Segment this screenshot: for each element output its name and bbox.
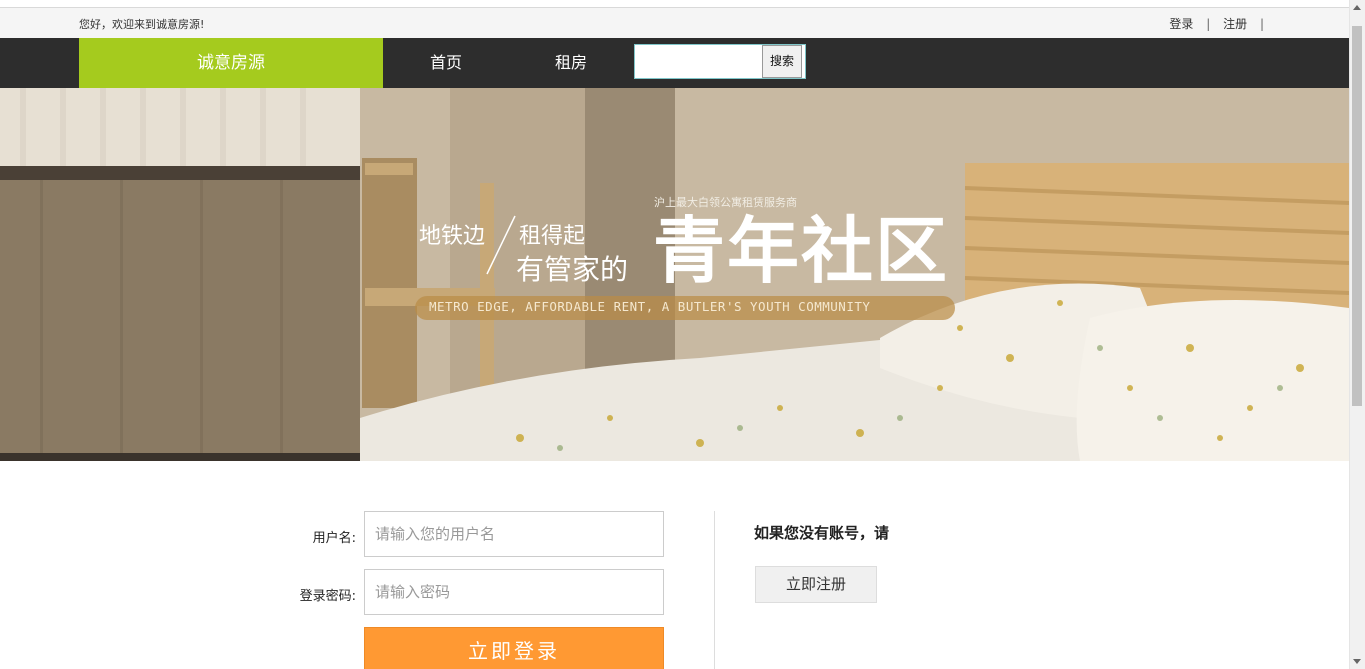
auth-separator: |	[1206, 17, 1211, 31]
auth-separator-trailing: |	[1259, 17, 1264, 31]
username-field[interactable]: 请输入您的用户名	[364, 511, 664, 557]
register-prompt: 如果您没有账号，请	[754, 524, 890, 542]
register-link[interactable]: 注册	[1223, 17, 1247, 31]
auth-links: 登录 | 注册 |	[1166, 15, 1270, 32]
scrollbar-thumb[interactable]	[1352, 26, 1362, 406]
nav-item-rent[interactable]: 租房	[555, 38, 587, 88]
hero-banner: 沪上最大白领公寓租赁服务商 地铁边 租得起 有管家的 青年社区 METRO ED…	[0, 88, 1349, 461]
brand-logo[interactable]: 诚意房源	[79, 38, 383, 88]
nav-item-home[interactable]: 首页	[430, 38, 462, 88]
main-navbar: 诚意房源 首页 租房 搜索	[0, 38, 1349, 88]
search-box: 搜索	[634, 44, 806, 79]
scroll-down-arrow-icon[interactable]	[1349, 653, 1365, 669]
top-info-bar: 您好，欢迎来到诚意房源! 登录 | 注册 |	[0, 8, 1349, 38]
welcome-text: 您好，欢迎来到诚意房源!	[79, 18, 205, 31]
hero-headline: 青年社区	[653, 209, 950, 293]
search-button[interactable]: 搜索	[762, 45, 802, 78]
scroll-up-arrow-icon[interactable]	[1349, 0, 1365, 16]
search-input[interactable]	[636, 46, 762, 77]
register-button[interactable]: 立即注册	[755, 566, 877, 603]
page: 您好，欢迎来到诚意房源! 登录 | 注册 | 诚意房源 首页 租房 搜索 沪上最…	[0, 0, 1365, 669]
hero-tagline-left: 地铁边	[419, 224, 486, 249]
hero-tagline-line2: 有管家的	[516, 253, 629, 286]
password-label: 登录密码:	[299, 589, 356, 604]
hero-english-text: METRO EDGE, AFFORDABLE RENT, A BUTLER'S …	[429, 299, 871, 314]
top-border	[0, 0, 1349, 8]
hero-tagline-right: 租得起	[519, 224, 586, 249]
form-divider	[714, 511, 715, 669]
login-link[interactable]: 登录	[1169, 17, 1193, 31]
password-field[interactable]: 请输入密码	[364, 569, 664, 615]
username-label: 用户名:	[312, 531, 356, 546]
login-button[interactable]: 立即登录	[364, 627, 664, 669]
